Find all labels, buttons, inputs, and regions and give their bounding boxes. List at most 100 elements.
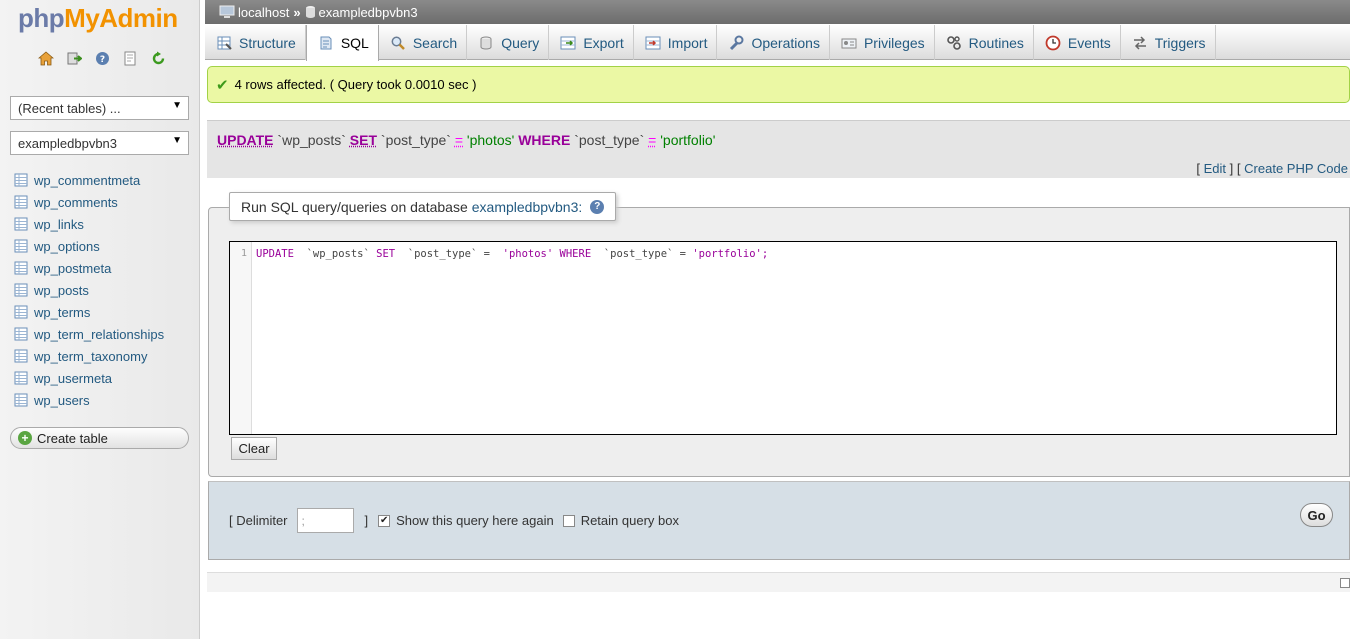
table-name: wp_postmeta xyxy=(34,260,112,276)
chevron-down-icon: ▼ xyxy=(172,100,182,111)
database-select[interactable]: exampledbpvbn3 ▼ xyxy=(10,131,189,155)
bracket: ] xyxy=(1229,161,1234,176)
sql-string: 'photos' xyxy=(466,132,515,148)
tab-label: Export xyxy=(583,34,624,51)
sql-query-editor[interactable]: 1 UPDATE `wp_posts` SET `post_type` = 'p… xyxy=(229,241,1337,435)
bracket: [ xyxy=(1196,161,1201,176)
sql-column: `post_type` xyxy=(380,132,451,148)
tab-operations[interactable]: Operations xyxy=(717,25,830,60)
routines-icon xyxy=(946,35,962,51)
table-item[interactable]: wp_users xyxy=(14,389,164,411)
structure-icon xyxy=(216,35,232,51)
table-item[interactable]: wp_comments xyxy=(14,191,164,213)
retain-query-checkbox[interactable] xyxy=(562,514,575,527)
table-name: wp_term_relationships xyxy=(34,326,165,342)
reload-icon[interactable] xyxy=(148,49,168,67)
table-item[interactable]: wp_postmeta xyxy=(14,257,164,279)
search-icon xyxy=(390,35,406,51)
table-item[interactable]: wp_term_taxonomy xyxy=(14,345,164,367)
table-icon xyxy=(14,217,28,231)
logo-php-text: php xyxy=(18,3,65,33)
help-icon[interactable]: ? xyxy=(590,199,605,214)
table-name: wp_links xyxy=(34,216,84,232)
tab-label: Structure xyxy=(239,34,296,51)
success-message: ✔ 4 rows affected. ( Query took 0.0010 s… xyxy=(207,66,1350,103)
sql-keyword-link[interactable]: SET xyxy=(350,132,377,148)
executed-sql-panel: UPDATE `wp_posts` SET `post_type` = 'pho… xyxy=(207,120,1350,178)
show-query-checkbox[interactable]: ✔ xyxy=(378,514,391,527)
tab-structure[interactable]: Structure xyxy=(205,25,306,60)
import-icon xyxy=(645,35,661,51)
code-keyword: SET xyxy=(376,248,396,260)
table-list: wp_commentmeta wp_comments wp_links wp_o… xyxy=(14,169,164,411)
table-item[interactable]: wp_term_relationships xyxy=(14,323,164,345)
recent-tables-value: (Recent tables) ... xyxy=(18,101,121,116)
table-icon xyxy=(14,349,28,363)
recent-tables-select[interactable]: (Recent tables) ... ▼ xyxy=(10,96,189,120)
server-icon xyxy=(219,5,235,18)
tab-events[interactable]: Events xyxy=(1034,25,1121,60)
table-icon xyxy=(14,393,28,407)
tab-privileges[interactable]: Privileges xyxy=(830,25,935,60)
clear-button[interactable]: Clear xyxy=(231,437,277,460)
code-string: 'photos' xyxy=(502,248,554,260)
code-operator: = xyxy=(483,248,490,260)
query-options-row: [ Delimiter ; ] ✔ Show this query here a… xyxy=(229,508,679,533)
tab-query[interactable]: Query xyxy=(467,25,550,60)
navigation-sidebar: phpMyAdmin ? (Recent tables) ... ▼ examp… xyxy=(0,0,200,639)
tab-triggers[interactable]: Triggers xyxy=(1121,25,1216,60)
table-icon xyxy=(14,173,28,187)
table-name: wp_options xyxy=(34,238,100,254)
breadcrumb-database[interactable]: exampledbpvbn3 xyxy=(305,5,418,20)
tab-import[interactable]: Import xyxy=(634,25,718,60)
sql-operator: = xyxy=(454,132,464,148)
tab-routines[interactable]: Routines xyxy=(935,25,1034,60)
tab-label: Events xyxy=(1067,34,1111,51)
help-icon[interactable]: ? xyxy=(92,49,112,67)
chevron-down-icon: ▼ xyxy=(172,135,182,146)
table-item[interactable]: wp_links xyxy=(14,213,164,235)
tab-search[interactable]: Search xyxy=(379,25,468,60)
code-identifier: `post_type` xyxy=(407,248,478,260)
delimiter-input[interactable]: ; xyxy=(296,508,354,533)
bottom-bar xyxy=(207,572,1350,592)
privileges-icon xyxy=(841,35,857,51)
sql-keyword-link[interactable]: UPDATE xyxy=(217,132,274,148)
table-item[interactable]: wp_usermeta xyxy=(14,367,164,389)
table-name: wp_term_taxonomy xyxy=(34,348,148,364)
docs-icon[interactable] xyxy=(120,49,140,67)
code-keyword: WHERE xyxy=(559,248,592,260)
sidebar-quick-icons: ? xyxy=(36,49,168,67)
code-identifier: `wp_posts` xyxy=(306,248,370,260)
query-options-panel: [ Delimiter ; ] ✔ Show this query here a… xyxy=(208,481,1350,560)
window-icon[interactable] xyxy=(1340,578,1350,588)
tab-label: Triggers xyxy=(1154,34,1206,51)
table-item[interactable]: wp_terms xyxy=(14,301,164,323)
table-item[interactable]: wp_commentmeta xyxy=(14,169,164,191)
create-php-code-link[interactable]: Create PHP Code xyxy=(1244,161,1348,176)
home-icon[interactable] xyxy=(36,49,56,67)
exit-icon[interactable] xyxy=(64,49,84,67)
go-button[interactable]: Go xyxy=(1300,503,1333,527)
create-table-button[interactable]: + Create table xyxy=(10,427,189,449)
table-name: wp_commentmeta xyxy=(34,172,141,188)
sql-icon xyxy=(318,35,334,51)
create-table-label: Create table xyxy=(37,430,108,446)
legend-text: Run SQL query/queries on database xyxy=(241,198,468,215)
legend-database: exampledbpvbn3: xyxy=(471,198,583,215)
tab-label: Privileges xyxy=(863,34,925,51)
line-gutter: 1 xyxy=(230,242,252,434)
breadcrumb: localhost » exampledbpvbn3 xyxy=(205,0,1350,24)
edit-link[interactable]: Edit xyxy=(1204,161,1226,176)
phpmyadmin-logo[interactable]: phpMyAdmin xyxy=(18,3,178,34)
sql-operator: = xyxy=(648,132,657,148)
check-icon: ✔ xyxy=(216,76,229,94)
breadcrumb-server[interactable]: localhost xyxy=(219,5,289,20)
table-item[interactable]: wp_posts xyxy=(14,279,164,301)
table-item[interactable]: wp_options xyxy=(14,235,164,257)
tab-export[interactable]: Export xyxy=(549,25,634,60)
delimiter-label: [ Delimiter xyxy=(229,513,288,528)
table-name: wp_comments xyxy=(34,194,118,210)
tab-sql[interactable]: SQL xyxy=(305,25,379,61)
table-name: wp_usermeta xyxy=(34,370,113,386)
